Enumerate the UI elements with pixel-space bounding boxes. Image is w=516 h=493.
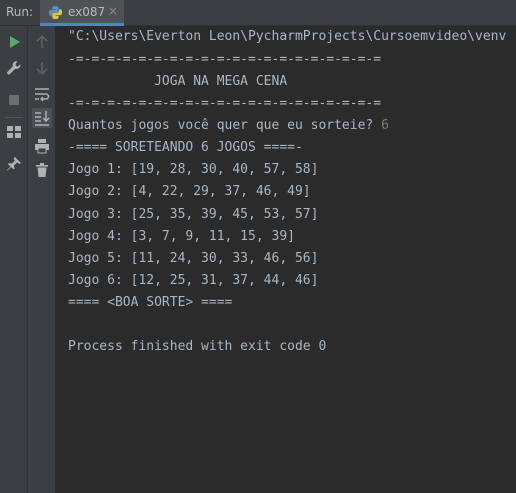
trash-icon[interactable] bbox=[32, 160, 52, 180]
soft-wrap-icon[interactable] bbox=[32, 84, 52, 104]
console-line: ==== <BOA SORTE> ==== bbox=[68, 295, 233, 310]
console-line: -=-=-=-=-=-=-=-=-=-=-=-=-=-=-=-=-=-=-=-= bbox=[68, 96, 382, 111]
arrow-down-icon[interactable] bbox=[32, 58, 52, 78]
scroll-to-end-icon[interactable] bbox=[32, 108, 52, 128]
run-tab-bar: Run: ex087 × bbox=[0, 0, 516, 26]
close-icon[interactable]: × bbox=[108, 4, 118, 18]
console-line: Jogo 5: [11, 24, 30, 33, 46, 56] bbox=[68, 251, 319, 266]
console-line: Process finished with exit code 0 bbox=[68, 339, 327, 354]
console-toolbar bbox=[28, 26, 56, 493]
tab-ex087[interactable]: ex087 × bbox=[40, 0, 124, 26]
wrench-icon[interactable] bbox=[4, 58, 24, 78]
console-output[interactable]: "C:\Users\Everton Leon\PycharmProjects\C… bbox=[57, 26, 516, 493]
tab-title: ex087 bbox=[68, 5, 106, 19]
run-label: Run: bbox=[6, 5, 34, 19]
rerun-icon[interactable] bbox=[4, 32, 24, 52]
console-line: -=-=-=-=-=-=-=-=-=-=-=-=-=-=-=-=-=-=-=-= bbox=[68, 52, 382, 67]
console-line: Quantos jogos você quer que eu sorteie? … bbox=[68, 117, 389, 135]
console-line: Jogo 3: [25, 35, 39, 45, 53, 57] bbox=[68, 207, 319, 222]
pin-icon[interactable] bbox=[4, 154, 24, 174]
console-line: -==== SORETEANDO 6 JOGOS ====- bbox=[68, 140, 303, 155]
console-line: Jogo 2: [4, 22, 29, 37, 46, 49] bbox=[68, 184, 311, 199]
arrow-up-icon[interactable] bbox=[32, 32, 52, 52]
console-line: Jogo 4: [3, 7, 9, 11, 15, 39] bbox=[68, 229, 295, 244]
console-line: "C:\Users\Everton Leon\PycharmProjects\C… bbox=[68, 29, 507, 44]
stop-icon[interactable] bbox=[4, 90, 24, 110]
console-line: JOGA NA MEGA CENA bbox=[68, 74, 288, 89]
toolbar-separator bbox=[5, 117, 23, 118]
console-line: Jogo 6: [12, 25, 31, 37, 44, 46] bbox=[68, 273, 319, 288]
user-input-text: 6 bbox=[381, 118, 389, 133]
python-icon bbox=[48, 5, 63, 20]
run-toolbar bbox=[0, 26, 28, 493]
print-icon[interactable] bbox=[32, 136, 52, 156]
prompt-text: Quantos jogos você quer que eu sorteie? bbox=[68, 118, 382, 133]
layout-icon[interactable] bbox=[4, 122, 24, 142]
console-line: Jogo 1: [19, 28, 30, 40, 57, 58] bbox=[68, 162, 319, 177]
